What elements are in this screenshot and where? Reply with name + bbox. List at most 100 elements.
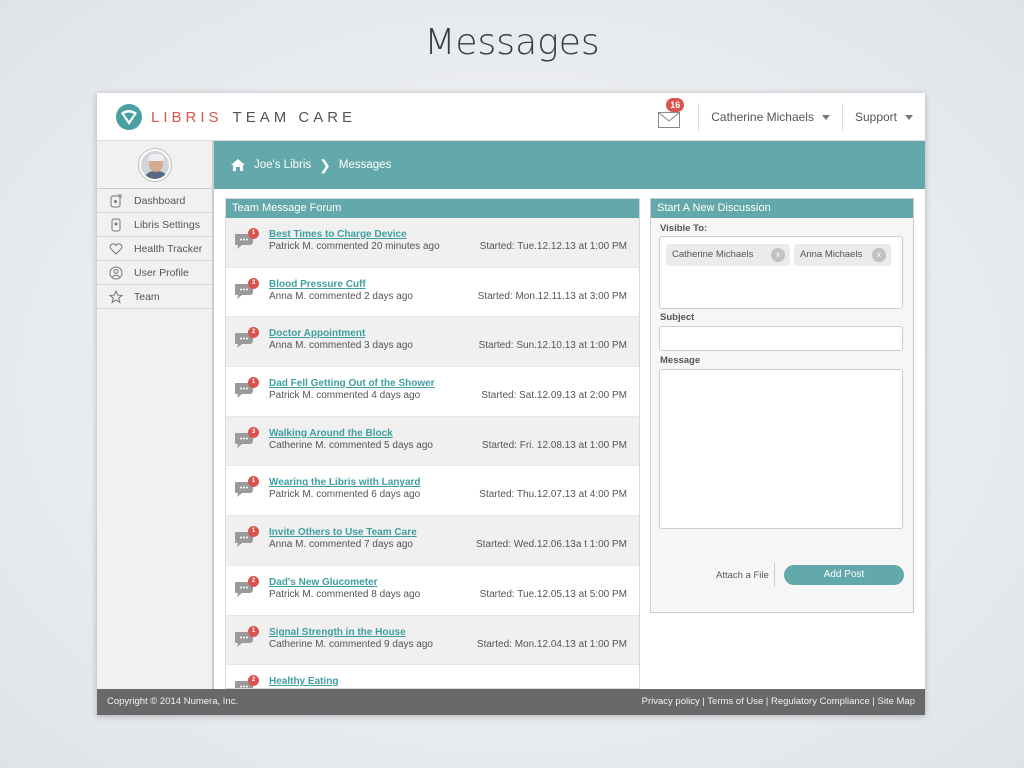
message-started-date: Started: Sun.12.10.13 at 1:00 PM [478,340,627,352]
recipient-name: Anna Michaels [800,249,863,260]
user-name: Catherine Michaels [711,110,814,124]
breadcrumb-home-link[interactable]: Joe's Libris [254,159,311,171]
message-row[interactable]: 2 Dad's New Glucometer Patrick M. commen… [226,566,639,616]
message-comment-info: Anna M. commented 2 days ago [269,290,413,302]
attach-file-link[interactable]: Attach a File [716,570,769,581]
new-discussion-title: Start A New Discussion [651,199,913,218]
terms-of-use-link[interactable]: Terms of Use [707,696,763,707]
message-row[interactable]: 3 Blood Pressure Cuff Anna M. commented … [226,268,639,318]
message-title-link[interactable]: Doctor Appointment [269,328,365,339]
sidebar-item-team[interactable]: Team [97,285,212,309]
regulatory-compliance-link[interactable]: Regulatory Compliance [771,696,870,707]
unread-badge: 3 [248,426,259,438]
unread-badge: 1 [248,377,259,389]
message-row[interactable]: 1 Dad Fell Getting Out of the Shower Pat… [226,367,639,417]
message-row[interactable]: 1 Invite Others to Use Team Care Anna M.… [226,516,639,566]
avatar[interactable] [138,148,171,181]
message-started-date: Started: Mon.12.04.13 at 1:00 PM [476,638,627,650]
message-row[interactable]: 1 Best Times to Charge Device Patrick M.… [226,218,639,268]
message-row[interactable]: 1 Wearing the Libris with Lanyard Patric… [226,466,639,517]
unread-badge: 2 [248,675,259,687]
message-title-link[interactable]: Healthy Eating [269,676,338,687]
app-window: LIBRIS TEAM CARE 16 Catherine Michaels S… [97,93,925,715]
message-started-date: Started: Fri. 12.08.13 at 1:00 PM [481,439,627,451]
dashboard-icon [109,194,123,208]
message-title-link[interactable]: Walking Around the Block [269,428,393,439]
message-row[interactable]: 2 Doctor Appointment Anna M. commented 3… [226,317,639,368]
sidebar-item-label: Libris Settings [134,218,200,231]
unread-badge: 1 [248,526,259,538]
message-comment-info: Anna M. commented 7 days ago [269,539,413,551]
message-comment-info: Patrick M. commented 8 days ago [269,588,421,600]
sidebar-item-label: User Profile [134,266,189,279]
slide-title: Messages [424,22,600,63]
message-started-date: Started: Tue.12.05.13 at 5:00 PM [479,588,627,600]
message-comment-info: Anna M. commented 3 days ago [269,340,413,352]
message-row[interactable]: 3 Walking Around the Block Catherine M. … [226,416,639,467]
remove-recipient-icon[interactable]: x [872,248,886,262]
message-row[interactable]: 1 Signal Strength in the House Catherine… [226,615,639,666]
message-comment-info: Patrick M. commented 20 minutes ago [269,241,440,252]
message-title-link[interactable]: Invite Others to Use Team Care [269,527,417,538]
home-icon[interactable] [230,158,246,172]
privacy-policy-link[interactable]: Privacy policy [642,696,700,707]
recipients-field[interactable]: Catherine Michaels x Anna Michaels x [659,236,903,309]
mail-button[interactable]: 16 [658,98,685,128]
star-icon [109,289,123,304]
footer: Copyright © 2014 Numera, Inc. Privacy po… [97,689,925,715]
subject-input[interactable] [659,326,903,351]
sidebar-item-libris-settings[interactable]: Libris Settings [97,213,212,237]
message-title-link[interactable]: Blood Pressure Cuff [269,279,366,290]
message-comment-info: Patrick M. commented 4 days ago [269,390,421,402]
support-label: Support [854,110,897,124]
chevron-right-icon: ❯ [319,156,331,173]
unread-badge: 1 [248,476,259,488]
sidebar-item-label: Health Tracker [134,242,203,255]
message-textarea[interactable] [659,369,903,529]
copyright-text: Copyright © 2014 Numera, Inc. [107,696,239,707]
user-menu[interactable]: Catherine Michaels [699,110,842,124]
sidebar-item-dashboard[interactable]: Dashboard [97,189,212,213]
caret-down-icon [821,114,830,120]
message-row[interactable]: 2 Healthy Eating [226,665,639,688]
message-comment-info: Patrick M. commented 6 days ago [269,489,421,501]
new-discussion-panel: Start A New Discussion Visible To: Cathe… [650,198,914,613]
message-started-date: Started: Tue.12.12.13 at 1:00 PM [479,241,627,252]
team-message-forum: Team Message Forum 1 Best Times to Charg… [225,198,640,689]
unread-badge: 2 [248,575,259,587]
unread-badge: 1 [248,625,259,637]
avatar-container [97,141,212,189]
user-profile-icon [109,266,123,280]
message-title-link[interactable]: Signal Strength in the House [269,627,406,638]
message-started-date: Started: Thu.12.07.13 at 4:00 PM [479,489,627,501]
subject-label: Subject [660,312,695,323]
logo-text-team-care: TEAM CARE [232,108,357,126]
sidebar-item-user-profile[interactable]: User Profile [97,261,212,285]
heart-icon [109,242,123,256]
sidebar-item-label: Team [134,290,160,303]
message-title-link[interactable]: Wearing the Libris with Lanyard [269,477,421,488]
message-started-date: Started: Mon.12.11.13 at 3:00 PM [477,290,627,302]
message-title-link[interactable]: Best Times to Charge Device [269,229,407,240]
message-title-link[interactable]: Dad's New Glucometer [269,577,378,588]
unread-badge: 3 [248,277,259,289]
remove-recipient-icon[interactable]: x [771,248,785,262]
message-title-link[interactable]: Dad Fell Getting Out of the Shower [269,378,435,389]
message-started-date: Started: Wed.12.06.13a t 1:00 PM [475,539,627,551]
footer-separator: | [869,696,878,707]
logo[interactable]: LIBRIS TEAM CARE [115,103,356,131]
logo-text-libris: LIBRIS [151,108,223,126]
support-menu[interactable]: Support [843,110,925,124]
add-post-button[interactable]: Add Post [784,565,904,585]
message-comment-info: Catherine M. commented 5 days ago [269,439,433,451]
forum-title: Team Message Forum [226,199,639,218]
site-map-link[interactable]: Site Map [878,696,916,707]
message-comment-info: Catherine M. commented 9 days ago [269,638,433,650]
top-bar: LIBRIS TEAM CARE 16 Catherine Michaels S… [97,93,925,141]
sidebar: Dashboard Libris Settings Health Tracker… [97,141,214,689]
breadcrumb: Joe's Libris ❯ Messages [214,141,925,189]
message-list: 1 Best Times to Charge Device Patrick M.… [226,218,639,688]
unread-badge: 2 [248,327,259,339]
sidebar-item-health-tracker[interactable]: Health Tracker [97,237,212,261]
breadcrumb-current: Messages [338,159,392,171]
